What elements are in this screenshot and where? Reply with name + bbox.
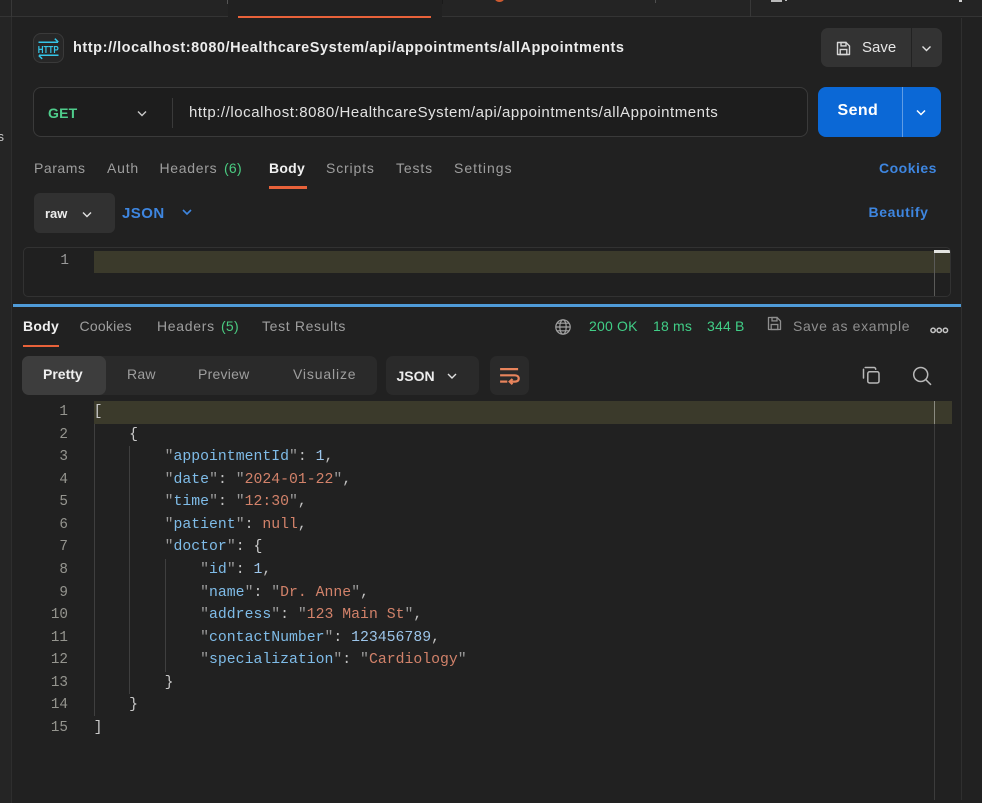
- svg-text:HTTP: HTTP: [38, 44, 59, 56]
